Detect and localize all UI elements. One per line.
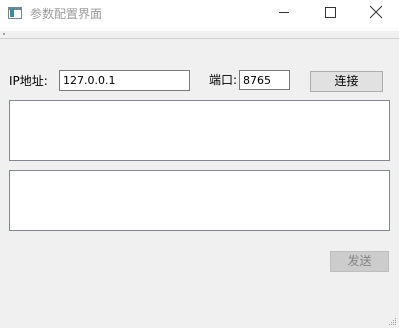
minimize-icon xyxy=(279,12,289,13)
menu-bar-handle[interactable] xyxy=(3,33,5,35)
connect-button[interactable]: 连接 xyxy=(310,71,383,92)
title-bar[interactable]: 参数配置界面 xyxy=(0,0,399,31)
maximize-icon xyxy=(325,7,336,18)
ip-label: IP地址: xyxy=(9,74,48,88)
send-textarea[interactable] xyxy=(9,170,390,231)
send-button[interactable]: 发送 xyxy=(330,251,389,272)
minimize-button[interactable] xyxy=(261,0,307,31)
maximize-button[interactable] xyxy=(307,0,353,31)
window-title: 参数配置界面 xyxy=(30,7,103,21)
close-icon xyxy=(369,5,383,19)
port-input[interactable] xyxy=(239,70,290,90)
resize-grip-icon[interactable] xyxy=(389,318,397,326)
ip-input[interactable] xyxy=(59,70,190,91)
receive-textarea[interactable] xyxy=(9,100,390,161)
close-button[interactable] xyxy=(353,0,399,31)
menu-bar xyxy=(0,31,399,39)
port-label: 端口: xyxy=(209,73,238,87)
window-app-icon xyxy=(8,7,22,19)
